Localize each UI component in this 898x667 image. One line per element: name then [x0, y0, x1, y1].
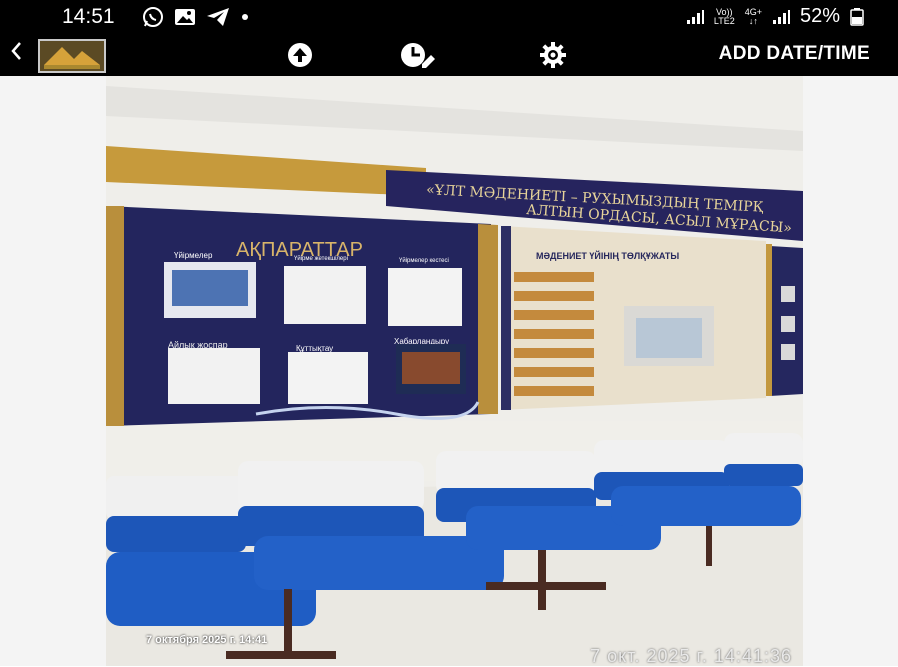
caption-3: Үйірмелер кестесі [399, 257, 449, 264]
status-time: 14:51 [62, 5, 115, 28]
middle-board-title: МӘДЕНИЕТ ҮЙІНІҢ ТӨЛҚҰЖАТЫ [536, 250, 679, 261]
upload-arrow-icon [288, 43, 312, 67]
dot-icon [242, 14, 248, 20]
telegram-icon [207, 8, 229, 26]
battery-percent: 52% [799, 5, 840, 27]
network-type: 4G+ ↓↑ [744, 6, 762, 26]
upload-button[interactable] [287, 42, 313, 68]
whatsapp-icon [143, 7, 163, 27]
status-right: Vo)) LTE2 4G+ ↓↑ 52% [686, 5, 864, 28]
status-bar: 14:51 Vo)) LTE2 4G+ ↓↑ 52% [0, 0, 898, 32]
settings-button[interactable] [540, 42, 566, 68]
camera-date-stamp: 7 окт. 2025 г. 14:41:36 [590, 646, 792, 666]
chevron-left-icon [11, 42, 21, 60]
app-logo-thumbnail[interactable] [38, 39, 106, 73]
photo-preview[interactable]: «ҰЛТ МӘДЕНИЕТІ – РУХЫМЫЗДЫҢ ТЕМІРҚ АЛТЫН… [106, 76, 803, 666]
caption-2: Үйірме жетекшілері [294, 255, 348, 262]
status-notification-icons [142, 6, 250, 28]
gallery-icon [175, 9, 195, 25]
clock-edit-icon [401, 43, 435, 68]
photo-date-stamp: 7 октября 2025 г. 14:41 [146, 634, 268, 646]
add-date-time-button[interactable]: ADD DATE/TIME [719, 43, 870, 65]
landscape-thumbnail-icon [40, 41, 104, 71]
gear-icon [540, 42, 566, 68]
photo-scene: «ҰЛТ МӘДЕНИЕТІ – РУХЫМЫЗДЫҢ ТЕМІРҚ АЛТЫН… [106, 76, 803, 666]
volte-indicator: Vo)) LTE2 [713, 6, 735, 26]
battery-icon [850, 7, 864, 26]
back-button[interactable] [10, 40, 22, 68]
signal-icon-2 [772, 9, 790, 24]
caption-5: Құттықтау [296, 344, 333, 353]
app-toolbar: ADD DATE/TIME [0, 32, 898, 76]
signal-icon [686, 9, 704, 24]
timer-edit-button[interactable] [400, 42, 436, 68]
caption-1: Үйірмелер [174, 251, 213, 260]
